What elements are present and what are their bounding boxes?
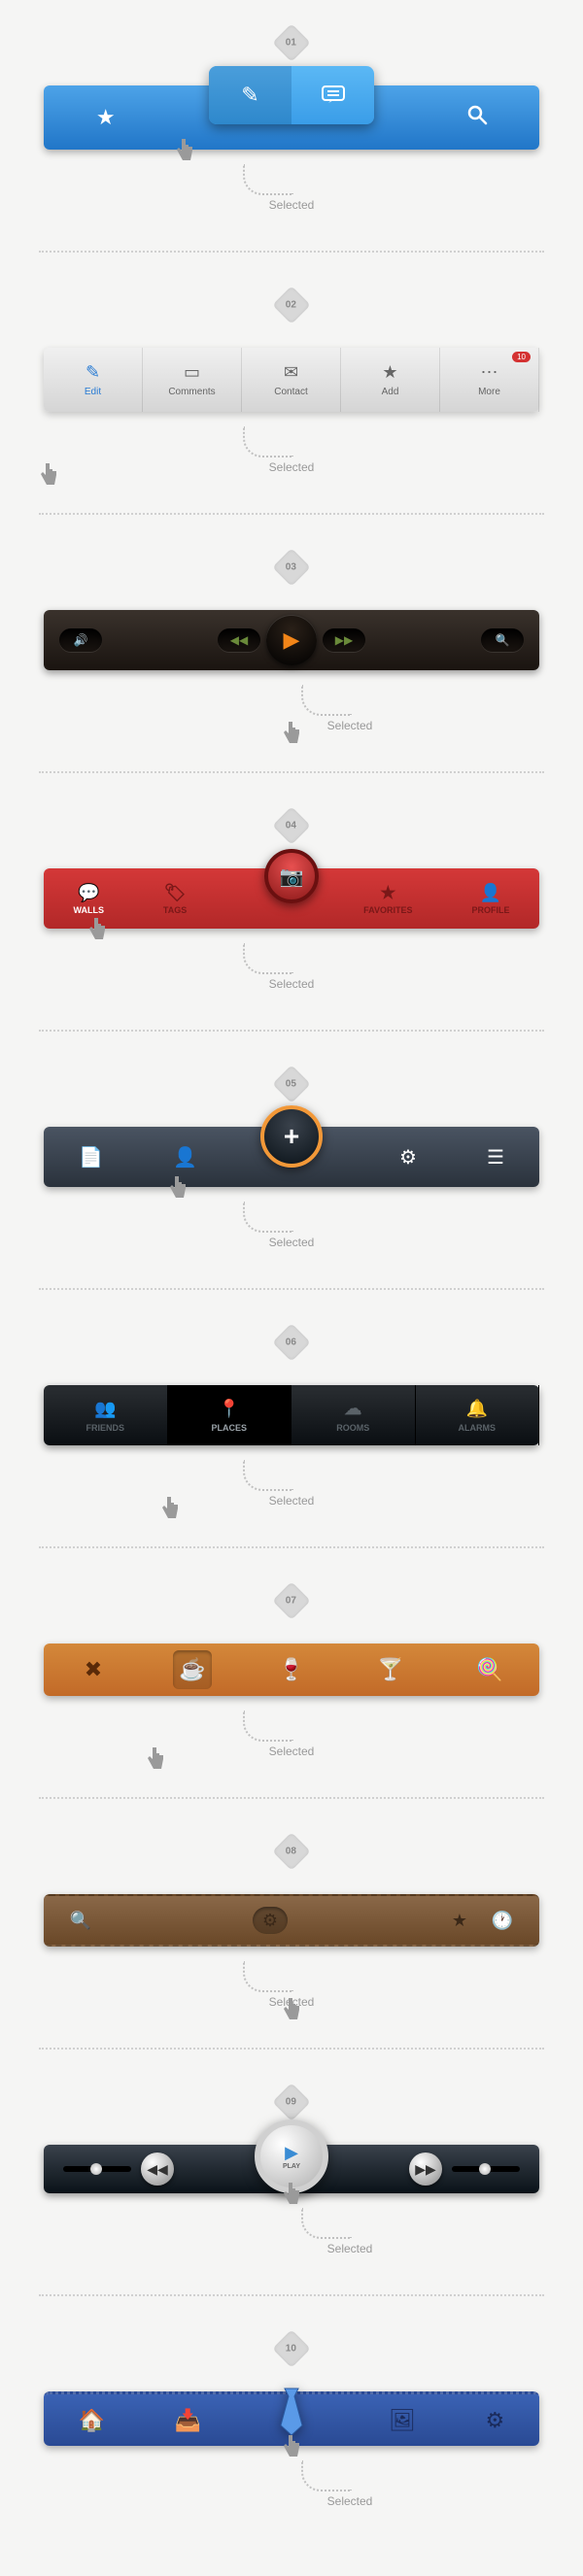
- selected-label: Selected: [0, 1745, 583, 1758]
- pointer-icon: [282, 2433, 301, 2463]
- camera-button[interactable]: 📷: [264, 849, 319, 903]
- section-number-09: 09: [272, 2083, 311, 2121]
- contact-tab[interactable]: ✉Contact: [242, 348, 341, 412]
- edit-tab[interactable]: ✎Edit: [44, 348, 143, 412]
- selected-label: Selected: [0, 1236, 583, 1249]
- pointer-icon: [175, 137, 194, 167]
- selected-label: Selected: [0, 198, 583, 212]
- more-tab[interactable]: ⋯More10: [440, 348, 539, 412]
- pointer-icon: [168, 1174, 188, 1204]
- edit-button[interactable]: ✎: [209, 66, 292, 124]
- forward-button[interactable]: ▶▶: [323, 628, 365, 652]
- cocktail-button[interactable]: 🍸: [371, 1650, 410, 1689]
- coffee-button[interactable]: ☕: [173, 1650, 212, 1689]
- toolbar-wood: ✖ ☕ 🍷 🍸 🍭: [44, 1644, 539, 1696]
- section-number-02: 02: [272, 286, 311, 324]
- inbox-button[interactable]: 📥: [175, 2408, 201, 2433]
- section-number-03: 03: [272, 548, 311, 587]
- star-button[interactable]: ★: [442, 1907, 477, 1934]
- toolbar-leather: 🔍 ⚙ ★ 🕐: [44, 1894, 539, 1947]
- rewind-button[interactable]: ◀◀: [218, 628, 260, 652]
- lollipop-button[interactable]: 🍭: [470, 1650, 509, 1689]
- home-button[interactable]: 🏠: [79, 2408, 105, 2433]
- walls-tab[interactable]: 💬WALLS: [73, 883, 104, 915]
- toolbar-red: 💬WALLS 🏷TAGS 📷 ★FAVORITES 👤PROFILE: [44, 868, 539, 929]
- section-number-07: 07: [272, 1581, 311, 1620]
- toolbar-denim: 🏠 📥 🖼 ⚙: [44, 2391, 539, 2446]
- profile-tab[interactable]: 👤PROFILE: [471, 883, 509, 915]
- toolbar-navy: 📄 👤 + ⚙ ☰: [44, 1127, 539, 1187]
- chat-button[interactable]: [292, 66, 374, 124]
- rewind-button[interactable]: ◀◀: [141, 2152, 174, 2186]
- selected-label: Selected: [0, 977, 583, 991]
- clock-button[interactable]: 🕐: [485, 1907, 520, 1934]
- selected-label: Selected: [117, 2242, 583, 2255]
- places-tab[interactable]: 📍PLACES: [168, 1385, 292, 1445]
- section-number-08: 08: [272, 1832, 311, 1871]
- selected-label: Selected: [117, 719, 583, 732]
- list-button[interactable]: ☰: [487, 1145, 504, 1169]
- play-button[interactable]: ▶: [266, 615, 317, 665]
- star-button[interactable]: ★: [44, 105, 168, 130]
- settings-button[interactable]: ⚙: [253, 1907, 288, 1934]
- selected-label: Selected: [0, 1995, 583, 2009]
- media-player-metal: ◀◀ ▶ PLAY ▶▶: [44, 2145, 539, 2193]
- friends-tab[interactable]: 👥FRIENDS: [44, 1385, 168, 1445]
- settings-button[interactable]: ⚙: [399, 1145, 417, 1169]
- alarms-tab[interactable]: 🔔ALARMS: [416, 1385, 540, 1445]
- volume-slider[interactable]: [452, 2166, 520, 2172]
- selected-label: Selected: [0, 1494, 583, 1508]
- add-tab[interactable]: ★Add: [341, 348, 440, 412]
- search-button[interactable]: [416, 104, 540, 131]
- selected-label: Selected: [117, 2494, 583, 2508]
- food-button[interactable]: ✖: [74, 1650, 113, 1689]
- section-number-06: 06: [272, 1323, 311, 1362]
- section-number-10: 10: [272, 2329, 311, 2368]
- pointer-icon: [282, 2181, 301, 2211]
- document-button[interactable]: 📄: [79, 1145, 103, 1169]
- search-button[interactable]: 🔍: [481, 628, 524, 652]
- volume-button[interactable]: 🔊: [59, 628, 102, 652]
- add-button[interactable]: +: [260, 1105, 323, 1168]
- rooms-tab[interactable]: ☁ROOMS: [292, 1385, 416, 1445]
- tags-tab[interactable]: 🏷TAGS: [163, 883, 187, 915]
- zoom-button[interactable]: 🔍: [63, 1907, 98, 1934]
- forward-button[interactable]: ▶▶: [409, 2152, 442, 2186]
- selected-label: Selected: [0, 460, 583, 474]
- section-number-01: 01: [272, 23, 311, 62]
- toolbar-light: ✎Edit ▭Comments ✉Contact ★Add ⋯More10: [44, 348, 539, 412]
- wine-button[interactable]: 🍷: [272, 1650, 311, 1689]
- pointer-icon: [87, 916, 107, 946]
- progress-slider[interactable]: [63, 2166, 131, 2172]
- section-number-05: 05: [272, 1065, 311, 1103]
- tie-button[interactable]: [267, 2387, 316, 2435]
- section-number-04: 04: [272, 806, 311, 845]
- favorites-tab[interactable]: ★FAVORITES: [363, 883, 412, 915]
- comments-tab[interactable]: ▭Comments: [143, 348, 242, 412]
- settings-button[interactable]: ⚙: [486, 2408, 505, 2433]
- image-button[interactable]: 🖼: [389, 2408, 416, 2433]
- toolbar-dark-tabs: 👥FRIENDS 📍PLACES ☁ROOMS 🔔ALARMS: [44, 1385, 539, 1445]
- toolbar-blue: ★ ✎: [44, 85, 539, 150]
- user-button[interactable]: 👤: [173, 1145, 197, 1169]
- selected-popup: ✎: [209, 66, 374, 124]
- media-player-dark: 🔊 ◀◀ ▶ ▶▶ 🔍: [44, 610, 539, 670]
- more-badge: 10: [512, 352, 531, 362]
